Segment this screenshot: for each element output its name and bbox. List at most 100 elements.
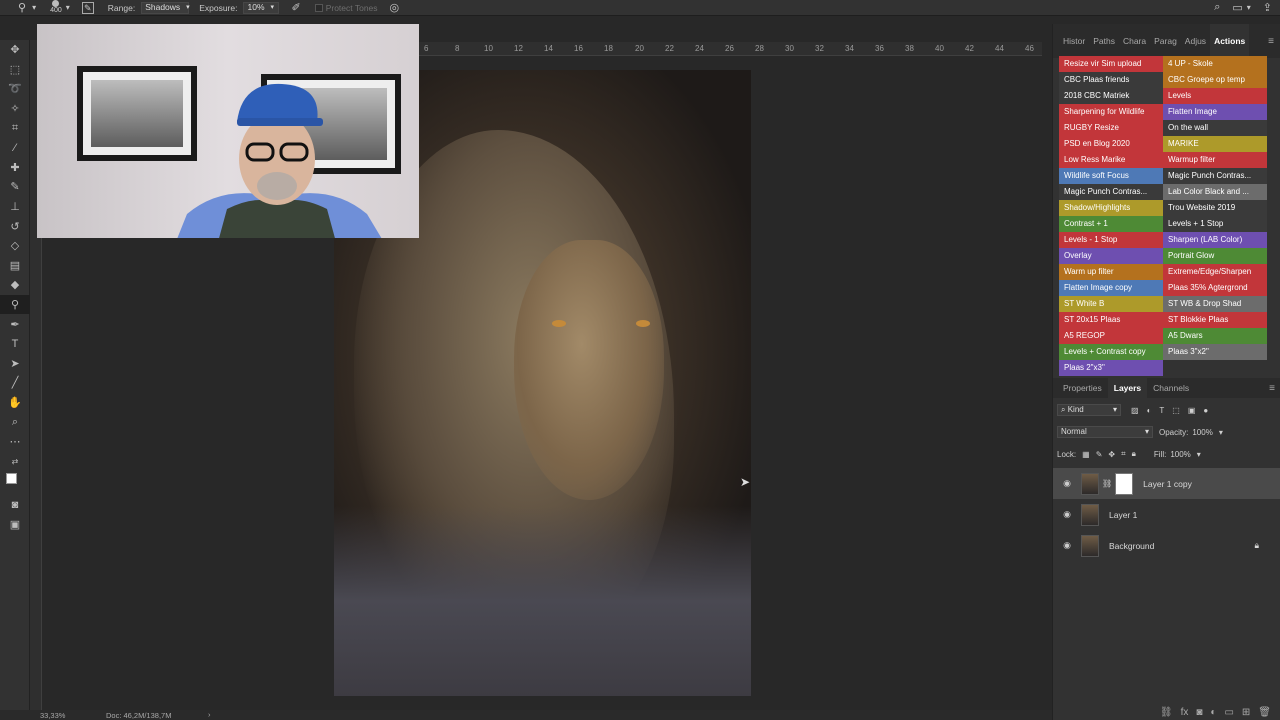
action-button[interactable]: Trou Website 2019: [1163, 200, 1267, 216]
new-layer-icon[interactable]: ⊞: [1242, 707, 1250, 718]
panel-menu-icon[interactable]: ≡: [1268, 36, 1274, 47]
tab-properties[interactable]: Properties: [1057, 378, 1108, 398]
blur-tool-icon[interactable]: ◆: [0, 275, 30, 295]
layer-row[interactable]: ◉ ⛓ Layer 1 copy: [1053, 468, 1280, 499]
action-button[interactable]: Levels - 1 Stop: [1059, 232, 1163, 248]
tab-paths[interactable]: Paths: [1089, 36, 1119, 46]
layer-name[interactable]: Layer 1 copy: [1143, 479, 1192, 489]
gradient-tool-icon[interactable]: ▤: [0, 256, 30, 276]
lock-transparent-icon[interactable]: ▦: [1082, 450, 1090, 459]
eraser-tool-icon[interactable]: ◇: [0, 236, 30, 256]
layer-name[interactable]: Layer 1: [1109, 510, 1137, 520]
action-button[interactable]: Wildlife soft Focus: [1059, 168, 1163, 184]
protect-tones-checkbox[interactable]: [314, 3, 323, 12]
clone-stamp-tool-icon[interactable]: ⊥: [0, 197, 30, 217]
visibility-eye-icon[interactable]: ◉: [1053, 478, 1081, 489]
fill-input[interactable]: 100%: [1170, 450, 1190, 459]
action-button[interactable]: ST White B: [1059, 296, 1163, 312]
brush-tool-icon[interactable]: ✎: [0, 177, 30, 197]
chevron-down-icon[interactable]: ▾: [1197, 450, 1201, 459]
layer-row[interactable]: ◉ Layer 1: [1053, 499, 1280, 530]
link-icon[interactable]: ⛓: [1102, 479, 1112, 488]
eyedropper-tool-icon[interactable]: ⁄: [0, 138, 30, 158]
exposure-input[interactable]: 10% ▾: [243, 1, 280, 14]
foreground-color-swatch[interactable]: [6, 473, 17, 485]
action-button[interactable]: Flatten Image copy: [1059, 280, 1163, 296]
action-button[interactable]: Sharpen (LAB Color): [1163, 232, 1267, 248]
action-button[interactable]: Magic Punch Contras...: [1163, 168, 1267, 184]
tab-character[interactable]: Chara: [1119, 36, 1150, 46]
quick-mask-icon[interactable]: ◙: [0, 495, 30, 515]
action-button[interactable]: On the wall: [1163, 120, 1267, 136]
action-button[interactable]: 2018 CBC Matriek: [1059, 88, 1163, 104]
opacity-input[interactable]: 100%: [1192, 428, 1212, 437]
magic-wand-tool-icon[interactable]: ✧: [0, 99, 30, 119]
lock-position-icon[interactable]: ✥: [1108, 450, 1115, 459]
visibility-eye-icon[interactable]: ◉: [1053, 540, 1081, 551]
action-button[interactable]: ST WB & Drop Shad: [1163, 296, 1267, 312]
filter-pixel-icon[interactable]: ▨: [1131, 406, 1139, 415]
action-button[interactable]: Shadow/Highlights: [1059, 200, 1163, 216]
pen-tool-icon[interactable]: ✒: [0, 314, 30, 334]
share-icon[interactable]: ⇪: [1263, 1, 1272, 14]
panel-menu-icon[interactable]: ≡: [1269, 383, 1275, 394]
action-button[interactable]: ST Blokkie Plaas: [1163, 312, 1267, 328]
range-select[interactable]: Shadows ▾: [141, 1, 190, 14]
action-button[interactable]: Flatten Image: [1163, 104, 1267, 120]
action-button[interactable]: CBC Plaas friends: [1059, 72, 1163, 88]
move-tool-icon[interactable]: ✥: [0, 40, 30, 60]
visibility-eye-icon[interactable]: ◉: [1053, 509, 1081, 520]
layer-name[interactable]: Background: [1109, 541, 1154, 551]
link-layers-icon[interactable]: ⛓: [1160, 707, 1173, 718]
lock-image-icon[interactable]: ✎: [1096, 450, 1103, 459]
tab-channels[interactable]: Channels: [1147, 378, 1195, 398]
action-button[interactable]: Sharpening for Wildlife: [1059, 104, 1163, 120]
action-button[interactable]: Extreme/Edge/Sharpen: [1163, 264, 1267, 280]
action-button[interactable]: 4 UP - Skole: [1163, 56, 1267, 72]
action-button[interactable]: RUGBY Resize: [1059, 120, 1163, 136]
action-button[interactable]: Levels: [1163, 88, 1267, 104]
add-mask-icon[interactable]: ◙: [1196, 707, 1202, 718]
action-button[interactable]: Contrast + 1: [1059, 216, 1163, 232]
filter-shape-icon[interactable]: ⬚: [1172, 406, 1180, 415]
airbrush-icon[interactable]: ✐: [291, 1, 300, 14]
action-button[interactable]: Portrait Glow: [1163, 248, 1267, 264]
dodge-burn-tool-icon[interactable]: ⚲: [18, 1, 26, 14]
action-button[interactable]: A5 REGOP: [1059, 328, 1163, 344]
brush-size-readout[interactable]: 400: [50, 0, 62, 15]
layer-mask-thumbnail[interactable]: [1115, 472, 1134, 495]
action-button[interactable]: MARIKE: [1163, 136, 1267, 152]
history-brush-tool-icon[interactable]: ↺: [0, 216, 30, 236]
kind-filter-select[interactable]: ⌕ Kind ▾: [1057, 404, 1121, 416]
swap-colors-icon[interactable]: ⇄: [0, 451, 30, 471]
healing-brush-tool-icon[interactable]: ✚: [0, 158, 30, 178]
line-tool-icon[interactable]: ╱: [0, 373, 30, 393]
tab-adjustments[interactable]: Adjus: [1181, 36, 1210, 46]
action-button[interactable]: Plaas 35% Agtergrond: [1163, 280, 1267, 296]
action-button[interactable]: A5 Dwars: [1163, 328, 1267, 344]
lasso-tool-icon[interactable]: ➰: [0, 79, 30, 99]
filter-adjustment-icon[interactable]: ◐: [1147, 406, 1152, 415]
trash-icon[interactable]: 🗑︎: [1258, 707, 1271, 718]
action-button[interactable]: Warmup filter: [1163, 152, 1267, 168]
action-button[interactable]: Warm up filter: [1059, 264, 1163, 280]
adjustment-layer-icon[interactable]: ◐: [1210, 707, 1216, 718]
path-selection-tool-icon[interactable]: ➤: [0, 354, 30, 374]
action-button[interactable]: Plaas 3"x2": [1163, 344, 1267, 360]
workspace-icon[interactable]: ▭: [1232, 1, 1242, 14]
filter-toggle-icon[interactable]: ●: [1203, 406, 1208, 415]
tab-paragraph[interactable]: Parag: [1150, 36, 1181, 46]
action-button[interactable]: CBC Groepe op temp: [1163, 72, 1267, 88]
blend-mode-select[interactable]: Normal ▾: [1057, 426, 1153, 438]
layer-style-icon[interactable]: fx: [1181, 707, 1189, 718]
hand-tool-icon[interactable]: ✋: [0, 393, 30, 413]
action-button[interactable]: Levels + 1 Stop: [1163, 216, 1267, 232]
zoom-tool-icon[interactable]: ⌕: [0, 412, 30, 432]
action-button[interactable]: Low Ress Marike: [1059, 152, 1163, 168]
lock-all-icon[interactable]: 🔒︎: [1132, 449, 1136, 459]
zoom-level[interactable]: 33,33%: [40, 711, 65, 720]
status-chevron-icon[interactable]: ›: [208, 710, 211, 719]
group-folder-icon[interactable]: ▭: [1224, 707, 1233, 718]
action-button[interactable]: Resize vir Sim upload: [1059, 56, 1163, 72]
lock-artboard-icon[interactable]: ⌗: [1121, 449, 1126, 459]
